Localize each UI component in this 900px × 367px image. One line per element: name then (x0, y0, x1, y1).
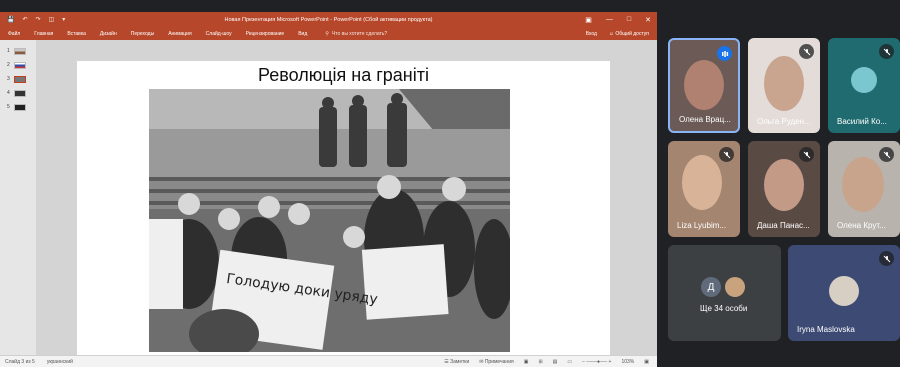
slide-number: 3 (7, 76, 10, 82)
ribbon-tabs: Файл Главная Вставка Дизайн Переходы Ани… (0, 27, 657, 40)
reading-view-icon[interactable]: ▤ (553, 359, 558, 365)
slide-counter: Слайд 3 из 5 (5, 358, 35, 365)
slide-preview (13, 89, 26, 97)
tell-me-placeholder: Что вы хотите сделать? (331, 30, 388, 37)
minimize-icon[interactable]: — (606, 16, 613, 24)
status-bar: Слайд 3 из 5 украинский ☰ Заметки ✉ Прим… (0, 355, 657, 367)
share-button[interactable]: ☺ Общий доступ (609, 31, 649, 37)
participant-name: Iryna Maslovska (797, 325, 855, 334)
ribbon-display-icon[interactable]: ▣ (585, 16, 592, 24)
tab-transitions[interactable]: Переходы (131, 31, 154, 37)
language-indicator[interactable]: украинский (47, 359, 73, 365)
share-label: Общий доступ (615, 30, 649, 37)
participant-video (684, 60, 724, 110)
notes-label: Заметки (450, 358, 470, 365)
tab-view[interactable]: Вид (298, 31, 307, 37)
speaking-indicator-icon (717, 46, 732, 61)
participant-tile[interactable]: Василий Ко... (828, 38, 900, 133)
slide-number: 2 (7, 62, 10, 68)
zoom-slider[interactable]: − ───●── + (582, 359, 611, 365)
participant-name: Liza Lyubim... (677, 221, 727, 230)
slide-preview (13, 103, 26, 111)
mic-off-icon (799, 44, 814, 59)
person-icon: ☺ (608, 30, 615, 37)
window-title: Новая Презентация Microsoft PowerPoint -… (224, 16, 433, 23)
participant-video (682, 155, 722, 210)
close-icon[interactable]: ✕ (645, 16, 651, 24)
participant-tile[interactable]: Даша Панас... (748, 141, 820, 237)
slide-title[interactable]: Революція на граніті (77, 65, 610, 86)
slide-thumbnail-1[interactable]: 1 (0, 44, 36, 58)
participant-tile[interactable]: Олена Врац... (668, 38, 740, 133)
participant-name: Олена Крут... (837, 221, 886, 230)
mic-off-icon (879, 44, 894, 59)
slide-thumbnail-5[interactable]: 5 (0, 100, 36, 114)
slide-preview (13, 75, 26, 83)
slide-thumbnails-pane: 1 2 3 4 5 (0, 40, 36, 355)
maximize-icon[interactable]: □ (627, 16, 631, 24)
participant-avatar (851, 67, 877, 93)
slide-number: 4 (7, 90, 10, 96)
title-bar: 💾 ↶ ↷ ◫ ▾ Новая Презентация Microsoft Po… (0, 12, 657, 27)
participant-tile[interactable]: Iryna Maslovska (788, 245, 900, 341)
slide-thumbnail-3[interactable]: 3 (0, 72, 36, 86)
lightbulb-icon: ⚲ (325, 30, 329, 37)
comments-button[interactable]: ✉ Примечания (479, 359, 513, 365)
participant-avatar: Д (701, 277, 721, 297)
participant-name: Олена Врац... (679, 115, 731, 124)
tab-animations[interactable]: Анимация (168, 31, 191, 37)
participant-video (764, 159, 804, 211)
powerpoint-window: 💾 ↶ ↷ ◫ ▾ Новая Презентация Microsoft Po… (0, 12, 657, 367)
mic-off-icon (879, 251, 894, 266)
tab-design[interactable]: Дизайн (100, 31, 117, 37)
slide-photo[interactable]: Голодую доки уряду (149, 89, 510, 352)
participant-name: Ольга Руден... (757, 117, 811, 126)
participant-tile[interactable]: Ольга Руден... (748, 38, 820, 133)
slide-editor: Революція на граніті Голодую доки уряду (36, 40, 657, 361)
tab-file[interactable]: Файл (8, 31, 20, 37)
slide-preview (13, 47, 26, 55)
others-tile[interactable]: Д Ще 34 особи (668, 245, 781, 341)
zoom-level[interactable]: 103% (621, 359, 634, 365)
fit-slide-icon[interactable]: ▣ (644, 359, 649, 365)
slide-number: 5 (7, 104, 10, 110)
mic-off-icon (879, 147, 894, 162)
mic-off-icon (799, 147, 814, 162)
participant-tile[interactable]: Liza Lyubim... (668, 141, 740, 237)
tell-me-search[interactable]: ⚲ Что вы хотите сделать? (325, 31, 387, 37)
current-slide[interactable]: Революція на граніті Голодую доки уряду (77, 61, 610, 361)
slide-number: 1 (7, 48, 10, 54)
protest-photo: Голодую доки уряду (149, 89, 510, 352)
participant-avatar (725, 277, 745, 297)
tab-slideshow[interactable]: Слайд-шоу (206, 31, 232, 37)
slide-preview (13, 61, 26, 69)
participant-avatar (829, 276, 859, 306)
slide-thumbnail-2[interactable]: 2 (0, 58, 36, 72)
others-count: Ще 34 особи (700, 304, 748, 313)
comments-label: Примечания (484, 358, 514, 365)
slide-sorter-icon[interactable]: ⊞ (538, 359, 542, 365)
participant-video (842, 157, 884, 212)
participant-name: Даша Панас... (757, 221, 810, 230)
participant-tile[interactable]: Олена Крут... (828, 141, 900, 237)
mic-off-icon (719, 147, 734, 162)
signin-link[interactable]: Вход (586, 31, 597, 37)
participant-video (764, 56, 804, 111)
notes-button[interactable]: ☰ Заметки (444, 359, 469, 365)
slideshow-view-icon[interactable]: ▭ (567, 359, 572, 365)
normal-view-icon[interactable]: ▣ (524, 359, 529, 365)
tab-review[interactable]: Рецензирование (246, 31, 285, 37)
tab-insert[interactable]: Вставка (67, 31, 86, 37)
tab-home[interactable]: Главная (34, 31, 53, 37)
slide-thumbnail-4[interactable]: 4 (0, 86, 36, 100)
participant-name: Василий Ко... (837, 117, 887, 126)
